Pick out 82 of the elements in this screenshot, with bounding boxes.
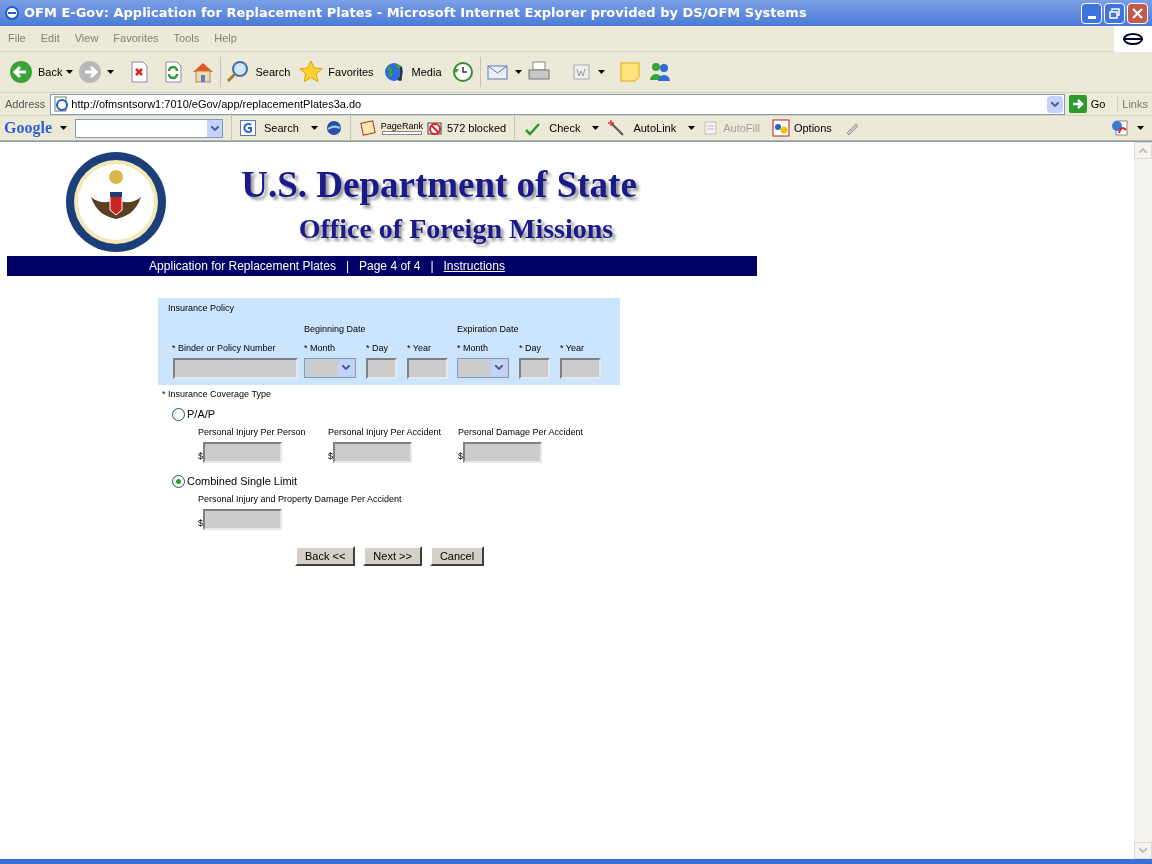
links-button[interactable]: Links	[1117, 95, 1152, 113]
currency-symbol: $	[328, 449, 333, 463]
instructions-link[interactable]: Instructions	[443, 257, 505, 275]
office-title: Office of Foreign Missions	[298, 212, 614, 246]
currency-symbol: $	[198, 449, 203, 463]
chevron-down-icon	[341, 365, 350, 370]
caret-icon[interactable]	[107, 70, 115, 74]
option-label: P/A/P	[187, 407, 216, 422]
media-button[interactable]: Media	[411, 63, 442, 81]
google-g-icon[interactable]	[240, 120, 256, 136]
field-label: * Month	[304, 342, 337, 355]
currency-symbol: $	[198, 516, 203, 530]
globe-icon[interactable]	[325, 120, 342, 136]
caret-icon[interactable]	[1137, 126, 1144, 130]
chevron-up-icon	[1139, 148, 1147, 153]
section-title: Insurance Policy	[168, 302, 236, 315]
currency-symbol: $	[458, 449, 463, 463]
nav-text: Application for Replacement Plates	[149, 258, 336, 275]
pagerank-label: PageRank	[380, 121, 423, 131]
chevron-down-icon	[210, 125, 219, 131]
google-search-field[interactable]	[75, 118, 223, 138]
caret-icon[interactable]	[592, 126, 600, 130]
separator: |	[345, 258, 349, 275]
field-label: Personal Injury and Property Damage Per Accident	[198, 492, 402, 506]
month-select[interactable]	[304, 357, 356, 378]
field-label: Personal Injury Per Person	[198, 425, 307, 439]
caret-icon[interactable]	[688, 126, 696, 130]
restore-button[interactable]	[1104, 2, 1125, 24]
back-button[interactable]: Back	[38, 63, 63, 81]
radio-button[interactable]	[172, 474, 185, 488]
address-field[interactable]: http://ofmsntsorw1:7010/eGov/app/replacementPlates3a.do	[50, 93, 1065, 115]
browser-icon	[4, 5, 20, 21]
go-arrow-icon[interactable]	[1068, 95, 1087, 113]
field-label: * Day	[366, 342, 389, 355]
department-title: U.S. Department of State	[241, 164, 637, 206]
go-button[interactable]: Go	[1090, 95, 1114, 113]
close-icon	[1132, 7, 1143, 19]
star-icon[interactable]	[298, 59, 325, 85]
field-label: Personal Damage Per Accident	[458, 425, 584, 439]
nav-text: Page 4 of 4	[359, 258, 421, 275]
form-button[interactable]: Next >>	[363, 546, 422, 566]
address-label: Address	[4, 96, 47, 112]
option-label: Combined Single Limit	[187, 474, 298, 489]
caret-icon[interactable]	[66, 70, 74, 74]
field-label: * Day	[519, 342, 542, 355]
field-label: * Year	[407, 342, 433, 355]
separator: |	[430, 258, 434, 275]
form-button[interactable]: Back <<	[295, 546, 356, 566]
autolink-button[interactable]: AutoLink	[633, 119, 677, 137]
restore-icon	[1109, 7, 1120, 19]
blocked-count[interactable]: 572 blocked	[446, 119, 507, 137]
options-button[interactable]: Options	[793, 119, 832, 137]
google-search-button[interactable]: Search	[264, 119, 299, 137]
blocked-popup-icon[interactable]	[426, 120, 443, 136]
caret-icon[interactable]	[597, 70, 605, 74]
date-group-title: Expiration Date	[457, 322, 520, 336]
pagerank-bar	[381, 131, 422, 135]
form-button[interactable]: Cancel	[429, 546, 485, 566]
caret-icon[interactable]	[310, 126, 318, 130]
caret-icon[interactable]	[60, 126, 67, 130]
field-label: * Month	[457, 342, 490, 355]
page-icon	[53, 96, 70, 112]
magic-wand-icon[interactable]	[607, 119, 626, 137]
field-label: Personal Injury Per Accident	[328, 425, 443, 439]
search-button[interactable]: Search	[255, 63, 291, 81]
options-icon[interactable]	[771, 119, 790, 137]
radio-button[interactable]	[172, 407, 185, 421]
google-logo[interactable]: Google	[4, 116, 52, 140]
field-label: * Binder or Policy Number	[171, 342, 277, 355]
close-button[interactable]	[1127, 2, 1148, 24]
check-button[interactable]: Check	[549, 119, 581, 137]
month-select[interactable]	[457, 357, 509, 378]
chevron-down-icon	[1139, 848, 1147, 853]
window-title: OFM E-Gov: Application for Replacement Plates - Microsoft Internet Explorer provided by DS/OFM Systems	[24, 4, 808, 23]
chevron-down-icon	[494, 365, 503, 370]
date-group-title: Beginning Date	[304, 322, 367, 336]
favorites-button[interactable]: Favorites	[328, 63, 374, 81]
minimize-button[interactable]	[1081, 2, 1102, 24]
pdf-icon[interactable]	[1111, 119, 1129, 137]
field-label: * Year	[560, 342, 586, 355]
caret-icon[interactable]	[514, 70, 522, 74]
coverage-label: * Insurance Coverage Type	[162, 387, 272, 401]
